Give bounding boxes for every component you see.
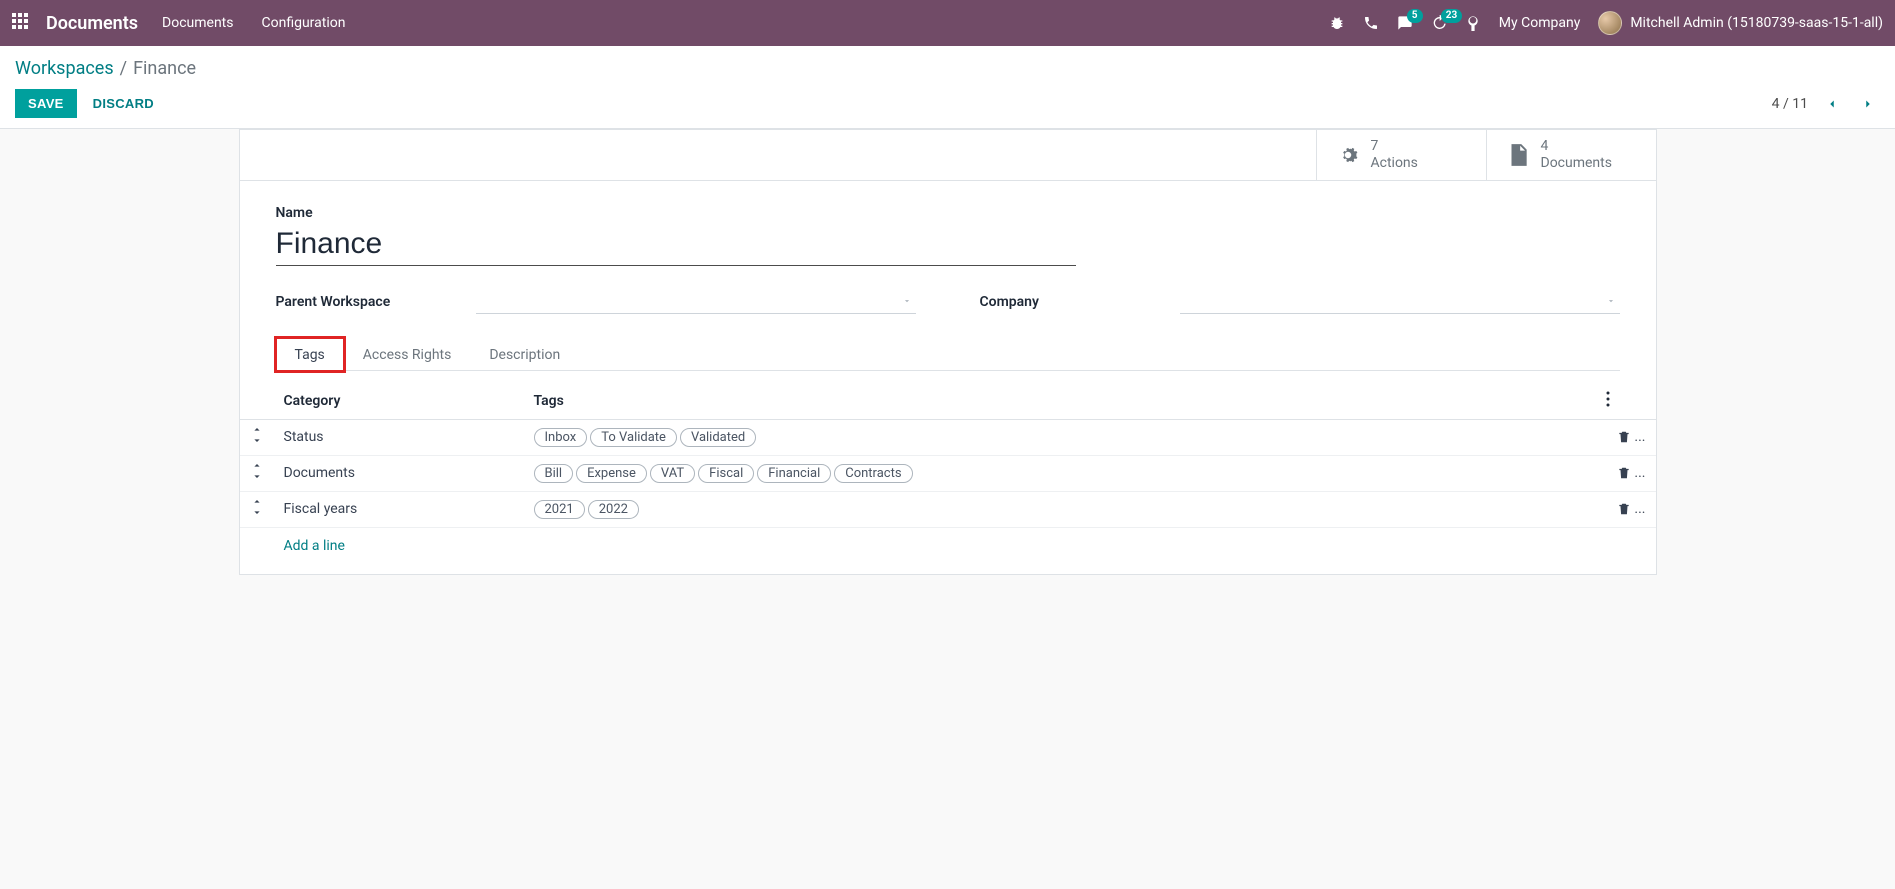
chevron-down-icon [902,294,912,310]
parent-workspace-label: Parent Workspace [276,294,446,310]
add-line[interactable]: Add a line [240,528,1656,574]
drag-handle-icon[interactable] [240,455,274,491]
tag-chip[interactable]: Inbox [534,428,588,447]
stat-documents[interactable]: 4 Documents [1486,130,1656,180]
category-cell[interactable]: Fiscal years [274,491,524,527]
activities-badge: 23 [1441,9,1462,23]
tag-chip[interactable]: To Validate [590,428,677,447]
tag-chip[interactable]: Validated [680,428,756,447]
breadcrumb-root[interactable]: Workspaces [15,58,114,79]
row-more[interactable]: ... [1631,465,1646,481]
company-switcher[interactable]: My Company [1499,15,1581,31]
stat-documents-count: 4 [1541,138,1612,155]
row-actions: ... [1596,455,1656,491]
tab-access-rights[interactable]: Access Rights [344,338,471,371]
tags-cell[interactable]: BillExpenseVATFiscalFinancialContracts [524,455,1596,491]
tags-table: Category Tags StatusInboxTo ValidateVali… [240,383,1656,528]
th-tags[interactable]: Tags [524,383,1596,420]
delete-icon[interactable] [1617,465,1631,481]
category-cell[interactable]: Documents [274,455,524,491]
stat-actions[interactable]: 7 Actions [1316,130,1486,180]
tag-chip[interactable]: 2021 [534,500,585,519]
tag-chip[interactable]: Bill [534,464,574,483]
th-category[interactable]: Category [274,383,524,420]
gears-icon [1335,142,1361,168]
user-name: Mitchell Admin (15180739-saas-15-1-all) [1630,15,1883,31]
apps-icon[interactable] [12,13,32,33]
tab-tags[interactable]: Tags [276,338,344,371]
tag-chip[interactable]: Contracts [834,464,912,483]
breadcrumb-current: Finance [133,58,196,79]
document-icon [1505,142,1531,168]
row-actions: ... [1596,491,1656,527]
stat-buttons: 7 Actions 4 Documents [240,130,1656,181]
row-more[interactable]: ... [1631,501,1646,517]
discard-button[interactable]: Discard [81,90,166,117]
stat-documents-label: Documents [1541,155,1612,172]
phone-icon[interactable] [1363,15,1379,31]
breadcrumb: Workspaces / Finance [15,58,1880,79]
tag-chip[interactable]: Fiscal [698,464,754,483]
bug-icon[interactable] [1329,15,1345,31]
navbar-right: 5 23 My Company Mitchell Admin (15180739… [1329,11,1883,35]
activities-icon[interactable]: 23 [1431,15,1447,31]
table-row[interactable]: Fiscal years20212022 ... [240,491,1656,527]
drag-handle-icon[interactable] [240,491,274,527]
tags-cell[interactable]: 20212022 [524,491,1596,527]
stat-actions-count: 7 [1371,138,1418,155]
tools-icon[interactable] [1465,15,1481,31]
brand-title[interactable]: Documents [46,13,138,34]
cp-buttons: Save Discard [15,89,166,118]
messages-badge: 5 [1407,9,1423,23]
delete-icon[interactable] [1617,429,1631,445]
top-navbar: Documents Documents Configuration 5 23 M… [0,0,1895,46]
category-cell[interactable]: Status [274,419,524,455]
company-label: Company [980,294,1150,310]
tags-cell[interactable]: InboxTo ValidateValidated [524,419,1596,455]
table-options[interactable] [1596,383,1656,420]
tab-description[interactable]: Description [470,338,579,371]
table-row[interactable]: StatusInboxTo ValidateValidated ... [240,419,1656,455]
name-input[interactable] [276,225,1076,266]
pager-value[interactable]: 4 / 11 [1772,96,1808,112]
tabs: Tags Access Rights Description [276,338,1620,371]
avatar [1598,11,1622,35]
parent-workspace-input[interactable] [476,290,916,314]
form-sheet: 7 Actions 4 Documents Name Parent Worksp… [239,129,1657,575]
save-button[interactable]: Save [15,89,77,118]
user-menu[interactable]: Mitchell Admin (15180739-saas-15-1-all) [1598,11,1883,35]
tag-chip[interactable]: Expense [576,464,647,483]
pager: 4 / 11 [1772,92,1880,116]
stat-actions-label: Actions [1371,155,1418,172]
breadcrumb-sep: / [120,58,127,79]
delete-icon[interactable] [1617,501,1631,517]
pager-next[interactable] [1856,92,1880,116]
row-actions: ... [1596,419,1656,455]
name-label: Name [276,205,1620,221]
table-row[interactable]: DocumentsBillExpenseVATFiscalFinancialCo… [240,455,1656,491]
company-input[interactable] [1180,290,1620,314]
tag-chip[interactable]: VAT [650,464,695,483]
nav-links: Documents Configuration [162,15,345,31]
chevron-down-icon [1606,294,1616,310]
nav-link-documents[interactable]: Documents [162,15,233,31]
pager-prev[interactable] [1820,92,1844,116]
drag-handle-icon[interactable] [240,419,274,455]
row-more[interactable]: ... [1631,429,1646,445]
nav-link-configuration[interactable]: Configuration [262,15,346,31]
tag-chip[interactable]: 2022 [588,500,639,519]
control-panel: Workspaces / Finance Save Discard 4 / 11 [0,46,1895,129]
messages-icon[interactable]: 5 [1397,15,1413,31]
tag-chip[interactable]: Financial [757,464,831,483]
